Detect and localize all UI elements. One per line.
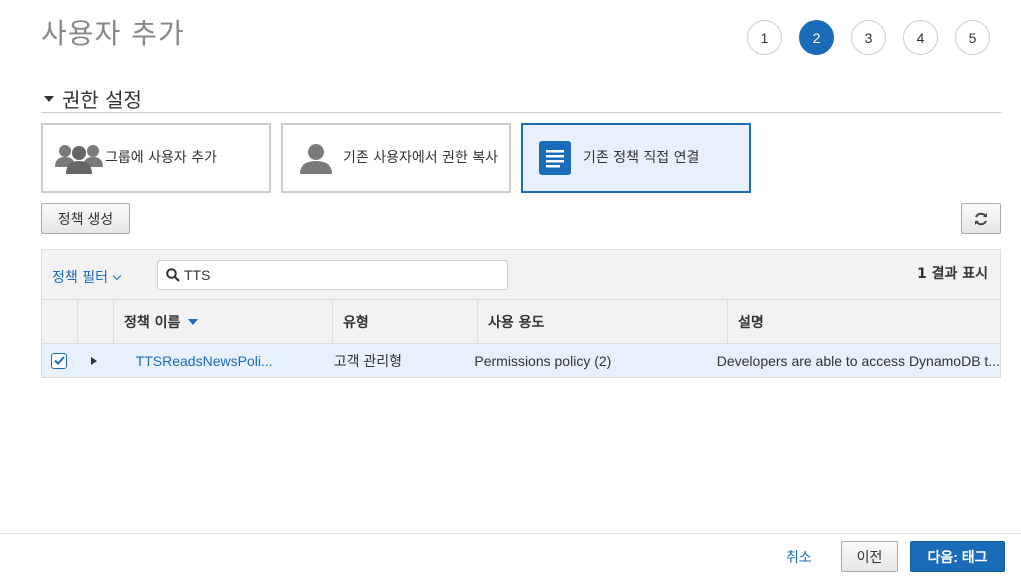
policy-filter-dropdown[interactable]: 정책 필터: [52, 267, 122, 287]
column-header-policy-name[interactable]: 정책 이름: [114, 300, 333, 343]
step-1[interactable]: 1: [747, 20, 782, 55]
option-attach-policy[interactable]: 기존 정책 직접 연결: [521, 123, 751, 193]
cell-text: 고객 관리형: [333, 352, 402, 369]
filter-label: 정책 필터: [52, 270, 108, 286]
cell-text: Permissions policy (2): [474, 352, 612, 369]
column-header-type[interactable]: 유형: [333, 300, 478, 343]
policy-name-link[interactable]: TTSReadsNewsPoli...: [112, 353, 273, 369]
caret-down-icon: [44, 95, 54, 102]
step-3[interactable]: 3: [851, 20, 886, 55]
option-label: 기존 정책 직접 연결: [583, 149, 700, 166]
column-header-usage[interactable]: 사용 용도: [478, 300, 728, 343]
cell-type: 고객 관리형: [324, 344, 465, 377]
page-title: 사용자 추가: [41, 17, 185, 50]
column-label: 사용 용도: [488, 314, 545, 331]
next-tags-button[interactable]: 다음: 태그: [910, 541, 1005, 572]
user-icon: [300, 144, 332, 174]
table-row[interactable]: TTSReadsNewsPoli... 고객 관리형 Permissions p…: [42, 344, 1000, 377]
row-select-cell: [42, 344, 77, 377]
step-indicator: 1 2 3 4 5: [747, 20, 990, 55]
column-header-description[interactable]: 설명: [728, 300, 1000, 343]
checkmark-icon: [54, 356, 65, 365]
expand-caret-icon[interactable]: [91, 356, 98, 365]
row-expand-cell: [77, 344, 112, 377]
footer-divider: [0, 533, 1021, 534]
step-4[interactable]: 4: [903, 20, 938, 55]
divider: [41, 112, 1001, 113]
row-checkbox[interactable]: [51, 352, 68, 369]
cell-usage: Permissions policy (2): [464, 344, 706, 377]
header-select: [42, 300, 78, 343]
policy-table: 정책 이름 유형 사용 용도 설명 TTSReadsNewsPoli... 고객…: [41, 299, 1001, 378]
option-add-to-group[interactable]: 그룹에 사용자 추가: [41, 123, 271, 193]
sort-desc-icon: [188, 318, 199, 325]
option-label: 그룹에 사용자 추가: [105, 149, 217, 166]
column-label: 설명: [738, 314, 764, 331]
permissions-section-header[interactable]: 권한 설정: [44, 84, 142, 113]
create-policy-button[interactable]: 정책 생성: [41, 203, 130, 234]
table-header: 정책 이름 유형 사용 용도 설명: [42, 300, 1000, 344]
column-label: 유형: [343, 314, 369, 331]
document-icon: [539, 141, 571, 175]
search-icon: [166, 268, 180, 282]
refresh-button[interactable]: [961, 203, 1001, 234]
search-box[interactable]: [157, 260, 508, 290]
section-title: 권한 설정: [62, 88, 142, 112]
chevron-down-icon: [112, 271, 122, 280]
users-group-icon: [55, 145, 103, 174]
refresh-icon: [975, 212, 987, 225]
step-2[interactable]: 2: [799, 20, 834, 55]
search-input[interactable]: [184, 267, 484, 283]
cell-description: Developers are able to access DynamoDB t…: [707, 344, 1000, 377]
cell-text: Developers are able to access DynamoDB t…: [716, 352, 1000, 369]
column-label: 정책 이름: [124, 314, 181, 331]
cell-policy-name: TTSReadsNewsPoli...: [112, 344, 324, 377]
header-expand: [78, 300, 114, 343]
option-copy-permissions[interactable]: 기존 사용자에서 권한 복사: [281, 123, 511, 193]
result-count: 1 결과 표시: [916, 266, 988, 282]
step-5[interactable]: 5: [955, 20, 990, 55]
filter-bar: 정책 필터 1 결과 표시: [41, 249, 1001, 299]
option-label: 기존 사용자에서 권한 복사: [343, 149, 499, 166]
previous-button[interactable]: 이전: [841, 541, 898, 572]
cancel-link[interactable]: 취소: [786, 547, 812, 567]
